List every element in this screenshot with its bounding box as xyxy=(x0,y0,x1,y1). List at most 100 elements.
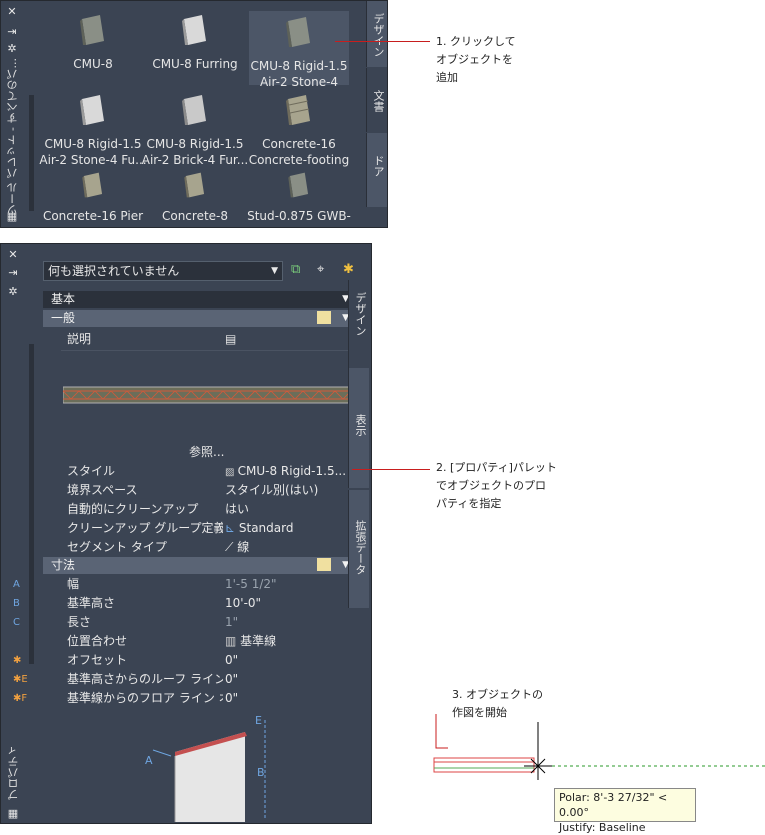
dimension-marker: ✱E xyxy=(13,674,28,685)
select-objects-icon[interactable]: ⌖ xyxy=(317,262,324,277)
close-icon[interactable]: ✕ xyxy=(2,248,24,262)
property-value[interactable]: 0" xyxy=(225,689,355,708)
property-row[interactable]: A 幅 1'-5 1/2" xyxy=(7,575,355,594)
property-value[interactable]: スタイル別(はい) xyxy=(225,481,355,500)
property-key: 説明 xyxy=(67,332,92,346)
style-preview: 参照... xyxy=(61,350,355,463)
add-object-icon[interactable]: ⧉ xyxy=(291,262,300,277)
tool-label: Stud-0.875 GWB- xyxy=(247,209,351,223)
property-key: 長さ xyxy=(67,615,92,629)
property-row[interactable]: クリーンアップ グループ定義 ⊾ Standard xyxy=(43,519,355,538)
bulb-icon[interactable] xyxy=(317,558,331,571)
tool-label: Air-2 Stone-4 xyxy=(259,75,339,89)
style-icon: ▨ xyxy=(225,467,238,478)
dimension-marker: C xyxy=(13,617,20,628)
tool-label: CMU-8 Rigid-1.5 xyxy=(44,137,142,151)
gear-icon[interactable]: ✲ xyxy=(1,42,23,56)
diagram-label: E xyxy=(255,714,262,727)
edit-text-icon[interactable]: ▤ xyxy=(225,330,355,349)
property-row[interactable]: C 長さ 1" xyxy=(7,613,355,632)
tool-label: Concrete-8 xyxy=(161,209,229,223)
property-row[interactable]: 自動的にクリーンアップ はい xyxy=(43,500,355,519)
dimension-marker: B xyxy=(13,598,20,609)
wall-tool-icon xyxy=(80,95,104,125)
property-row[interactable]: ✱ オフセット 0" xyxy=(7,651,355,670)
property-key: 位置合わせ xyxy=(67,634,128,648)
section-dimensions[interactable]: 寸法 ▼ xyxy=(43,557,355,574)
tool-label: Concrete-footing xyxy=(248,153,350,167)
tab-label: 拡張データ xyxy=(354,520,367,575)
wall-tool-icon xyxy=(82,172,103,198)
property-row-style[interactable]: スタイル ▨ CMU-8 Rigid-1.5... xyxy=(43,462,355,481)
tab-design[interactable]: デザイン xyxy=(366,1,387,67)
property-value[interactable]: ⊾ Standard xyxy=(225,519,355,538)
selection-dropdown[interactable]: 何も選択されていません ▼ xyxy=(43,261,283,281)
tooltip-justify: Justify: Baseline xyxy=(559,821,646,834)
property-row[interactable]: 説明 ▤ xyxy=(43,330,355,349)
cleanup-group-icon: ⊾ xyxy=(225,521,239,535)
property-value[interactable]: ▥ 基準線 xyxy=(225,632,355,651)
section-basic[interactable]: 基本 ▼ xyxy=(43,291,355,308)
dimension-marker: ✱ xyxy=(13,655,22,666)
tool-palette-titlebar: ✕ ⇥ ✲ ツール パレット - すべてのパ... ▦ xyxy=(1,1,23,227)
tab-document[interactable]: 文書 xyxy=(366,68,387,132)
justify-icon: ▥ xyxy=(225,634,241,648)
property-value[interactable]: 10'-0" xyxy=(225,594,355,613)
property-row[interactable]: セグメント タイプ ⟋ 線 xyxy=(43,538,355,557)
annotation-text: でオブジェクトのプロ xyxy=(436,479,546,492)
property-row[interactable]: ✱F 基準線からのフロア ライン オフ... 0" xyxy=(7,689,355,708)
property-key: 基準高さ xyxy=(67,596,116,610)
annotation-1: 1. クリックして オブジェクトを 追加 xyxy=(436,33,516,87)
tool-label: Air-2 Brick-4 Fur... xyxy=(141,153,249,167)
palette-menu-icon[interactable]: ▦ xyxy=(1,210,23,224)
autohide-icon[interactable]: ⇥ xyxy=(1,25,23,39)
property-row[interactable]: 境界スペース スタイル別(はい) xyxy=(43,481,355,500)
wall-diagram-image xyxy=(152,720,266,822)
annotation-text: 3. オブジェクトの xyxy=(452,688,543,701)
property-value[interactable]: ⟋ 線 xyxy=(225,538,355,557)
tab-door[interactable]: ドア xyxy=(366,133,387,207)
close-icon[interactable]: ✕ xyxy=(1,5,23,19)
property-value[interactable]: 1" xyxy=(225,613,355,632)
dimension-marker: A xyxy=(13,579,20,590)
bulb-icon[interactable] xyxy=(317,311,331,324)
browse-button[interactable]: 参照... xyxy=(189,443,224,460)
annotation-text: 2. [プロパティ]パレット xyxy=(436,461,557,474)
quick-select-icon[interactable]: ✱ xyxy=(343,262,354,277)
property-row[interactable]: B 基準高さ 10'-0" xyxy=(7,594,355,613)
property-value[interactable]: 1'-5 1/2" xyxy=(225,575,355,594)
leader-line xyxy=(352,469,430,470)
tool-item-selected[interactable]: CMU-8 Rigid-1.5 Air-2 Stone-4 xyxy=(249,11,349,89)
wall-tool-icon xyxy=(286,95,310,125)
tool-item[interactable]: Concrete-16 Concrete-footing xyxy=(245,93,353,167)
tool-item[interactable]: CMU-8 Furring xyxy=(141,13,249,85)
tool-label: Concrete-16 Pier xyxy=(42,209,144,223)
section-label: 寸法 xyxy=(51,558,76,572)
palette-menu-icon[interactable]: ▦ xyxy=(2,807,24,821)
property-key: クリーンアップ グループ定義 xyxy=(67,521,223,535)
tab-design[interactable]: デザイン xyxy=(348,280,369,368)
annotation-text: 追加 xyxy=(436,71,458,84)
property-key: 境界スペース xyxy=(67,483,138,497)
tool-item[interactable]: Concrete-16 Pier xyxy=(39,171,147,223)
property-value[interactable]: はい xyxy=(225,500,355,519)
tool-item[interactable]: Stud-0.875 GWB- xyxy=(245,171,353,223)
section-general[interactable]: 一般 ▼ xyxy=(43,310,355,327)
properties-titlebar: ✕ ⇥ ✲ プロパティ ▦ xyxy=(1,244,25,823)
wall-tool-icon xyxy=(182,95,206,125)
tool-item[interactable]: CMU-8 Rigid-1.5 Air-2 Brick-4 Fur... xyxy=(141,93,249,167)
property-row[interactable]: 位置合わせ ▥ 基準線 xyxy=(7,632,355,651)
property-row[interactable]: ✱E 基準高さからのルーフ ライン オ... 0" xyxy=(7,670,355,689)
tool-label: Concrete-16 xyxy=(262,137,336,151)
tab-display[interactable]: 表示 xyxy=(348,368,369,488)
tool-item[interactable]: CMU-8 xyxy=(39,13,147,85)
scrollbar[interactable] xyxy=(29,95,34,211)
tab-extended-data[interactable]: 拡張データ xyxy=(348,490,369,608)
gear-icon[interactable]: ✲ xyxy=(2,285,24,299)
tool-item[interactable]: Concrete-8 xyxy=(141,171,249,223)
property-value[interactable]: ▨ CMU-8 Rigid-1.5... xyxy=(225,462,355,482)
tool-item[interactable]: CMU-8 Rigid-1.5 Air-2 Stone-4 Fu... xyxy=(39,93,147,167)
property-value[interactable]: 0" xyxy=(225,670,355,689)
autohide-icon[interactable]: ⇥ xyxy=(2,266,24,280)
property-value[interactable]: 0" xyxy=(225,651,355,670)
